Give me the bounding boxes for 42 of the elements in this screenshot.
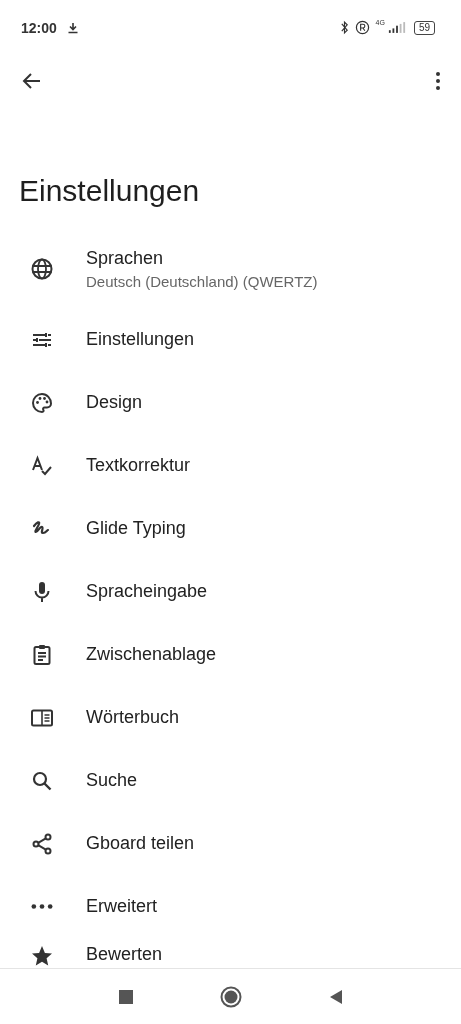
download-icon — [66, 21, 79, 34]
settings-item[interactable]: Suche — [0, 749, 461, 812]
more-icon — [30, 903, 54, 910]
settings-item[interactable]: Sprachen Deutsch (Deutschland) (QWERTZ) — [0, 230, 461, 308]
globe-icon — [30, 257, 54, 281]
battery-indicator: 59 — [413, 20, 435, 35]
item-label: Gboard teilen — [86, 833, 195, 854]
settings-item[interactable]: Glide Typing — [0, 497, 461, 560]
item-label: Einstellungen — [86, 329, 195, 350]
item-label: Suche — [86, 770, 138, 791]
settings-item[interactable]: Spracheingabe — [0, 560, 461, 623]
item-subtitle: Deutsch (Deutschland) (QWERTZ) — [86, 273, 318, 290]
item-label: Spracheingabe — [86, 581, 208, 602]
item-label: Glide Typing — [86, 518, 186, 539]
square-icon — [117, 988, 134, 1005]
registered-icon — [354, 20, 370, 35]
item-label: Design — [86, 392, 143, 413]
bluetooth-icon — [339, 20, 349, 35]
item-label: Wörterbuch — [86, 707, 180, 728]
settings-item[interactable]: Zwischenablage — [0, 623, 461, 686]
share-icon — [30, 831, 54, 856]
settings-item[interactable]: Gboard teilen — [0, 812, 461, 875]
item-label: Textkorrektur — [86, 455, 191, 476]
item-label: Erweitert — [86, 896, 157, 917]
item-label: Bewerten — [86, 944, 163, 965]
spellcheck-icon — [30, 453, 54, 478]
clipboard-icon — [30, 642, 54, 667]
item-label: Sprachen — [86, 248, 165, 269]
page-title: Einstellungen — [18, 173, 201, 209]
settings-item[interactable]: Design — [0, 371, 461, 434]
star-icon — [30, 944, 54, 968]
settings-item[interactable]: Bewerten — [0, 938, 461, 968]
more-vert-icon — [435, 71, 441, 91]
item-label: Zwischenablage — [86, 644, 217, 665]
settings-item[interactable]: Einstellungen — [0, 308, 461, 371]
settings-item[interactable]: Erweitert — [0, 875, 461, 938]
settings-item[interactable]: Textkorrektur — [0, 434, 461, 497]
palette-icon — [30, 390, 54, 415]
status-time: 12:00 — [21, 19, 57, 36]
circle-icon — [219, 985, 242, 1008]
signal-icon — [387, 21, 406, 34]
settings-item[interactable]: Wörterbuch — [0, 686, 461, 749]
